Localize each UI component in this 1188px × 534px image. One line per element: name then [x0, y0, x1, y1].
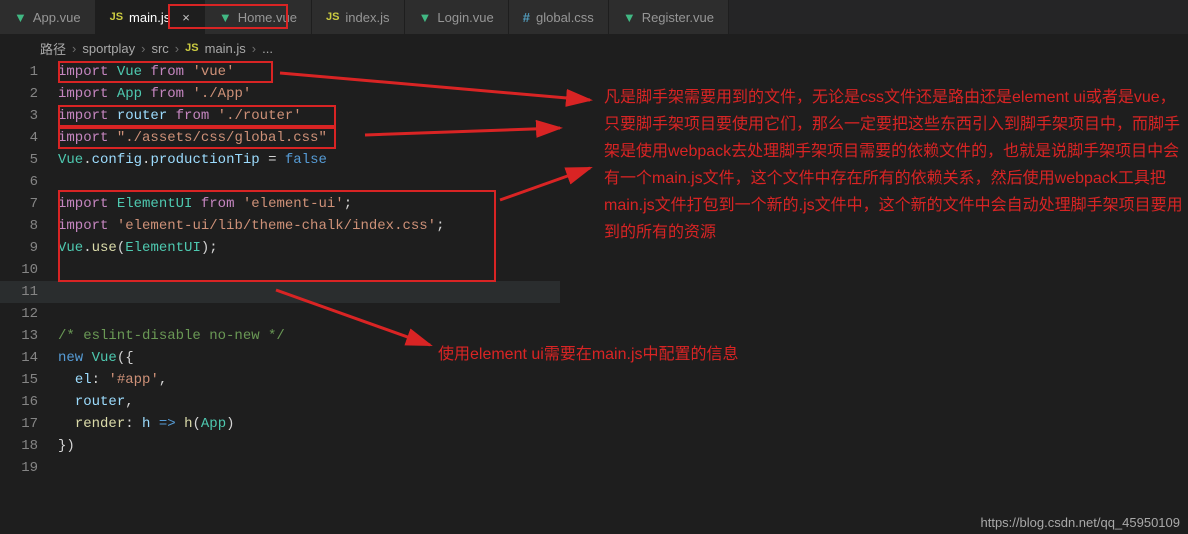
vue-icon: ▼ [623, 10, 636, 25]
tab-label: App.vue [33, 10, 81, 25]
tab-main-js[interactable]: JS main.js × [96, 0, 205, 34]
vue-icon: ▼ [219, 10, 232, 25]
chevron-right-icon: › [141, 41, 145, 56]
css-icon: # [523, 10, 530, 25]
tab-home-vue[interactable]: ▼ Home.vue [205, 0, 312, 34]
tab-register-vue[interactable]: ▼ Register.vue [609, 0, 729, 34]
breadcrumb-item[interactable]: src [151, 41, 168, 56]
tab-label: main.js [129, 10, 170, 25]
js-icon: JS [110, 11, 123, 23]
chevron-right-icon: › [175, 41, 179, 56]
js-icon: JS [185, 42, 198, 54]
tab-label: global.css [536, 10, 594, 25]
breadcrumb-item[interactable]: sportplay [82, 41, 135, 56]
annotation-second: 使用element ui需要在main.js中配置的信息 [438, 340, 739, 364]
breadcrumb-item[interactable]: ... [262, 41, 273, 56]
breadcrumb[interactable]: 路径 › sportplay › src › JS main.js › ... [0, 35, 1188, 61]
chevron-right-icon: › [72, 41, 76, 56]
close-icon[interactable]: × [182, 10, 190, 25]
breadcrumb-label: 路径 [40, 39, 66, 58]
tab-label: Login.vue [437, 10, 493, 25]
tab-index-js[interactable]: JS index.js [312, 0, 405, 34]
tab-label: index.js [345, 10, 389, 25]
tab-login-vue[interactable]: ▼ Login.vue [405, 0, 509, 34]
tab-label: Register.vue [642, 10, 714, 25]
watermark: https://blog.csdn.net/qq_45950109 [981, 515, 1181, 530]
tab-bar: ▼ App.vue JS main.js × ▼ Home.vue JS ind… [0, 0, 1188, 35]
tab-label: Home.vue [238, 10, 297, 25]
vue-icon: ▼ [14, 10, 27, 25]
vue-icon: ▼ [419, 10, 432, 25]
breadcrumb-item[interactable]: main.js [205, 41, 246, 56]
tab-global-css[interactable]: # global.css [509, 0, 609, 34]
js-icon: JS [326, 11, 339, 23]
tab-app-vue[interactable]: ▼ App.vue [0, 0, 96, 34]
annotation-main: 凡是脚手架需要用到的文件，无论是css文件还是路由还是element ui或者是… [604, 84, 1186, 246]
line-number-gutter: 1234 5678 9101112 13141516 171819 [0, 61, 58, 479]
chevron-right-icon: › [252, 41, 256, 56]
